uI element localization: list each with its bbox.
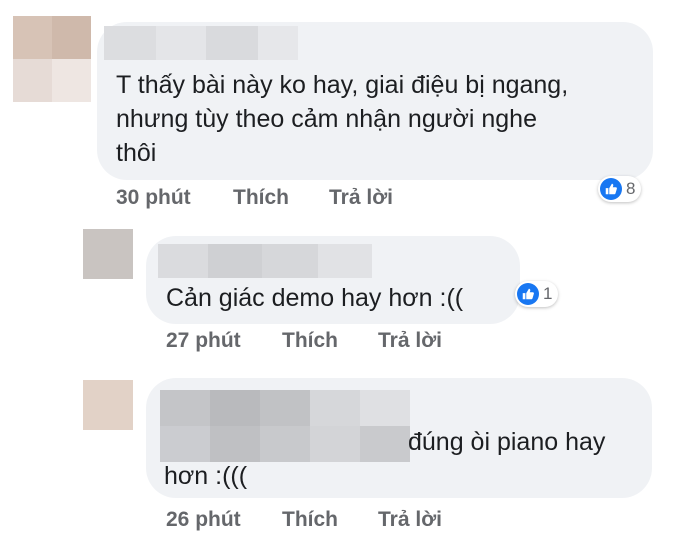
reaction-count: 1 (543, 284, 553, 303)
reply-link[interactable]: Trả lời (378, 329, 442, 353)
like-thumbs-up-icon (600, 178, 622, 200)
comment-text: Cản giác demo hay hơn :(( (166, 284, 464, 312)
reaction-summary[interactable]: 1 (515, 281, 559, 307)
comment-timestamp[interactable]: 30 phút (116, 186, 233, 210)
like-thumbs-up-icon (517, 283, 539, 305)
commenter-name[interactable] (160, 390, 410, 462)
comment-text-line-2: hơn :((( (164, 462, 248, 490)
reaction-summary[interactable]: 8 (598, 176, 642, 202)
comment-actions: 27 phút Thích Trả lời (166, 329, 442, 353)
comment-text: đúng òi piano hay (408, 428, 606, 456)
reaction-count: 8 (626, 179, 636, 198)
comment-actions: 30 phút Thích Trả lời (116, 186, 393, 210)
reply-link[interactable]: Trả lời (378, 508, 442, 532)
avatar[interactable] (83, 380, 133, 430)
commenter-name[interactable] (158, 244, 372, 278)
comment-timestamp[interactable]: 26 phút (166, 508, 282, 532)
like-link[interactable]: Thích (233, 186, 329, 210)
comment-timestamp[interactable]: 27 phút (166, 329, 282, 353)
avatar[interactable] (83, 229, 133, 279)
like-link[interactable]: Thích (282, 329, 378, 353)
commenter-name[interactable] (104, 26, 298, 60)
comment-text: T thấy bài này ko hay, giai điệu bị ngan… (116, 71, 569, 167)
reply-link[interactable]: Trả lời (329, 186, 393, 210)
avatar[interactable] (13, 16, 91, 102)
like-link[interactable]: Thích (282, 508, 378, 532)
comment-actions: 26 phút Thích Trả lời (166, 508, 442, 532)
